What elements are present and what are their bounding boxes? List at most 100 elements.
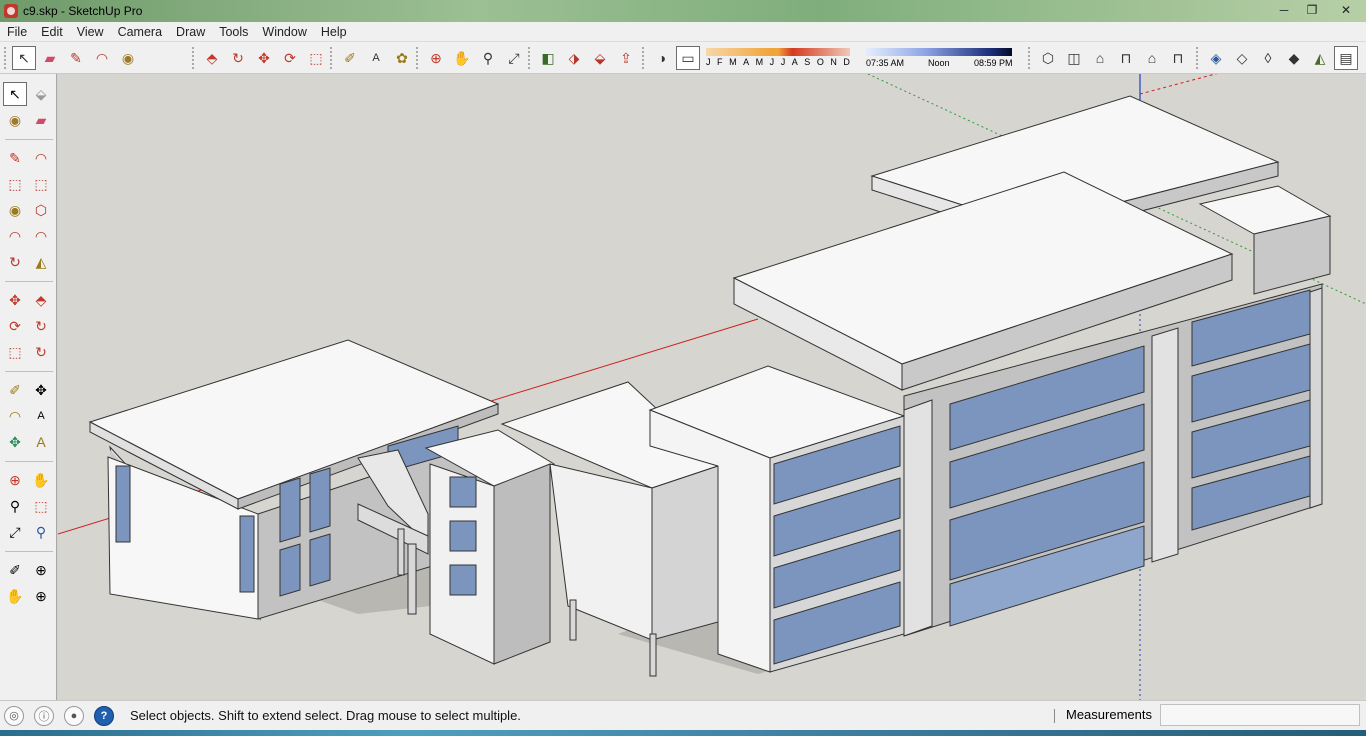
user-icon[interactable]: ●	[64, 705, 84, 726]
polygon-tool-icon[interactable]: ⬡	[29, 198, 53, 222]
axes-tool-icon[interactable]: ✥	[3, 430, 27, 454]
zoom-icon[interactable]: ⚲	[3, 494, 27, 518]
pan-icon[interactable]: ✋	[450, 46, 474, 70]
menu-file[interactable]: File	[0, 22, 34, 42]
paint-bucket-icon[interactable]: ◉	[3, 108, 27, 132]
tape-measure-icon[interactable]: ✐	[338, 46, 362, 70]
zoom-window-icon[interactable]: ⬚	[29, 494, 53, 518]
select-tool-icon[interactable]: ↖	[12, 46, 36, 70]
rotate-tool-icon[interactable]: ⟳	[3, 314, 27, 338]
measurements-input[interactable]	[1160, 704, 1360, 726]
position-camera-icon[interactable]: ✐	[3, 558, 27, 582]
menu-tools[interactable]: Tools	[212, 22, 255, 42]
section-plane-icon[interactable]: ⊕	[29, 584, 53, 608]
select-tool-icon[interactable]: ↖	[3, 82, 27, 106]
zoom-extents-icon[interactable]: ⤢	[3, 520, 27, 544]
building-model[interactable]	[58, 74, 1366, 700]
orbit-icon[interactable]: ⊕	[3, 468, 27, 492]
zoom-extents-icon[interactable]: ⤢	[502, 46, 526, 70]
offset-tool-icon[interactable]: ↻	[29, 340, 53, 364]
rotate-tool-icon[interactable]: ⟳	[278, 46, 302, 70]
hidden-line-style-icon[interactable]: ◆	[1282, 46, 1306, 70]
move-tool-icon[interactable]: ✥	[3, 288, 27, 312]
toolbar-grip[interactable]	[192, 47, 196, 69]
warehouse-icon[interactable]: ⬗	[562, 46, 586, 70]
shadows-toggle-icon[interactable]: ◑	[650, 46, 674, 70]
follow-me-icon[interactable]: ↻	[29, 314, 53, 338]
push-pull-icon[interactable]: ⬘	[29, 288, 53, 312]
paint-bucket-icon[interactable]: ◉	[116, 46, 140, 70]
scale-tool-icon[interactable]: ⬚	[3, 340, 27, 364]
dimension-tool-icon[interactable]: ✥	[29, 378, 53, 402]
menu-edit[interactable]: Edit	[34, 22, 70, 42]
previous-view-icon[interactable]: ◧	[536, 46, 560, 70]
toolbar-grip[interactable]	[4, 47, 8, 69]
menu-view[interactable]: View	[70, 22, 111, 42]
back-view-icon[interactable]: ⌂	[1140, 46, 1164, 70]
menu-camera[interactable]: Camera	[111, 22, 169, 42]
3d-text-icon[interactable]: A	[29, 430, 53, 454]
eraser-tool-icon[interactable]: ▰	[38, 46, 62, 70]
menu-window[interactable]: Window	[255, 22, 313, 42]
components-icon[interactable]: ⬙	[588, 46, 612, 70]
share-model-icon[interactable]: ⇪	[614, 46, 638, 70]
make-component-icon[interactable]: ⬙	[29, 82, 53, 106]
move-tool-icon[interactable]: ✥	[252, 46, 276, 70]
close-button[interactable]: ✕	[1326, 1, 1366, 19]
front-view-icon[interactable]: ⌂	[1088, 46, 1112, 70]
pie-tool-icon[interactable]: ◭	[29, 250, 53, 274]
toolbar-grip[interactable]	[1196, 47, 1200, 69]
help-icon[interactable]: ?	[94, 705, 114, 726]
wireframe-style-icon[interactable]: ◊	[1256, 46, 1280, 70]
push-pull-icon[interactable]: ⬘	[200, 46, 224, 70]
follow-me-icon[interactable]: ↻	[226, 46, 250, 70]
right-view-icon[interactable]: ⊓	[1114, 46, 1138, 70]
toolbar-grip[interactable]	[642, 47, 646, 69]
main-block[interactable]	[648, 95, 1332, 673]
scale-tool-icon[interactable]: ⬚	[304, 46, 328, 70]
menu-draw[interactable]: Draw	[169, 22, 212, 42]
fog-toggle-icon[interactable]: ▭	[676, 46, 700, 70]
left-view-icon[interactable]: ⊓	[1166, 46, 1190, 70]
text-tool-icon[interactable]: A	[29, 404, 53, 428]
arc-tool-icon[interactable]: ◠	[90, 46, 114, 70]
pan-icon[interactable]: ✋	[29, 468, 53, 492]
shadow-time-slider[interactable]	[866, 48, 1012, 56]
menu-help[interactable]: Help	[314, 22, 354, 42]
toolbar-grip[interactable]	[528, 47, 532, 69]
credits-icon[interactable]: ⓘ	[34, 705, 54, 726]
protractor-icon[interactable]: ◠	[3, 404, 27, 428]
shaded-style-icon[interactable]: ◭	[1308, 46, 1332, 70]
eraser-tool-icon[interactable]: ▰	[29, 108, 53, 132]
toolbar-grip[interactable]	[416, 47, 420, 69]
walk-tool-icon[interactable]: ✋	[3, 584, 27, 608]
freehand-tool-icon[interactable]: ◠	[29, 146, 53, 170]
paint-style-icon[interactable]: ✿	[390, 46, 414, 70]
zoom-icon[interactable]: ⚲	[476, 46, 500, 70]
text-tool-icon[interactable]: A	[364, 46, 388, 70]
model-viewport[interactable]	[58, 74, 1366, 700]
circle-tool-icon[interactable]: ◉	[3, 198, 27, 222]
two-point-arc-icon[interactable]: ◠	[29, 224, 53, 248]
toolbar-grip[interactable]	[330, 47, 334, 69]
line-tool-icon[interactable]: ✎	[3, 146, 27, 170]
minimize-button[interactable]: ─	[1270, 1, 1298, 19]
geo-location-icon[interactable]: ◎	[4, 705, 24, 726]
monochrome-style-icon[interactable]: ▤	[1334, 46, 1358, 70]
tape-measure-icon[interactable]: ✐	[3, 378, 27, 402]
iso-view-icon[interactable]: ⬡	[1036, 46, 1060, 70]
back-edges-style-icon[interactable]: ◇	[1230, 46, 1254, 70]
maximize-button[interactable]: ❐	[1298, 1, 1326, 19]
rotated-rectangle-icon[interactable]: ⬚	[29, 172, 53, 196]
rectangle-tool-icon[interactable]: ⬚	[3, 172, 27, 196]
pencil-tool-icon[interactable]: ✎	[64, 46, 88, 70]
toolbar-grip[interactable]	[1028, 47, 1032, 69]
orbit-icon[interactable]: ⊕	[424, 46, 448, 70]
xray-style-icon[interactable]: ◈	[1204, 46, 1228, 70]
look-around-icon[interactable]: ⊕	[29, 558, 53, 582]
shadow-month-slider[interactable]	[706, 48, 850, 56]
three-point-arc-icon[interactable]: ↻	[3, 250, 27, 274]
top-view-icon[interactable]: ◫	[1062, 46, 1086, 70]
previous-view-icon[interactable]: ⚲	[29, 520, 53, 544]
arc-tool-icon[interactable]: ◠	[3, 224, 27, 248]
